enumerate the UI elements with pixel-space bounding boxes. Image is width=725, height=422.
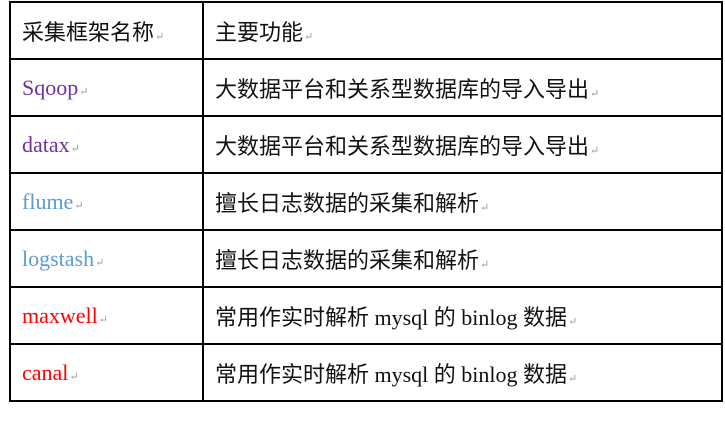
table-row: canal↵ 常用作实时解析 mysql 的 binlog 数据↵ — [9, 343, 723, 402]
framework-table: 采集框架名称↵ 主要功能↵ Sqoop↵ 大数据平台和关系型数据库的导入导出↵ d… — [9, 1, 723, 402]
paragraph-mark-icon: ↵ — [79, 85, 89, 98]
framework-name: Sqoop — [22, 74, 79, 100]
paragraph-mark-icon: ↵ — [155, 30, 165, 43]
framework-name-cell: maxwell↵ — [9, 286, 204, 345]
table-row: logstash↵ 擅长日志数据的采集和解析↵ — [9, 229, 723, 288]
framework-function-cell: 擅长日志数据的采集和解析↵ — [202, 229, 723, 288]
header-cell-name: 采集框架名称↵ — [9, 1, 204, 60]
paragraph-mark-icon: ↵ — [590, 144, 600, 157]
framework-function: 擅长日志数据的采集和解析 — [215, 247, 480, 273]
paragraph-mark-icon: ↵ — [304, 30, 314, 43]
framework-name-cell: canal↵ — [9, 343, 204, 402]
table-row: flume↵ 擅长日志数据的采集和解析↵ — [9, 172, 723, 231]
table-row: Sqoop↵ 大数据平台和关系型数据库的导入导出↵ — [9, 58, 723, 117]
header-row: 采集框架名称↵ 主要功能↵ — [9, 1, 723, 60]
paragraph-mark-icon: ↵ — [568, 315, 578, 328]
paragraph-mark-icon: ↵ — [480, 258, 490, 271]
framework-function: 常用作实时解析 mysql 的 binlog 数据 — [215, 304, 568, 330]
paragraph-mark-icon: ↵ — [98, 313, 108, 326]
framework-name: canal — [22, 359, 69, 385]
header-text: 采集框架名称 — [22, 19, 155, 45]
framework-function-cell: 大数据平台和关系型数据库的导入导出↵ — [202, 115, 723, 174]
paragraph-mark-icon: ↵ — [69, 370, 79, 383]
framework-name-cell: logstash↵ — [9, 229, 204, 288]
framework-name: datax — [22, 131, 70, 157]
paragraph-mark-icon: ↵ — [74, 199, 84, 212]
framework-function: 常用作实时解析 mysql 的 binlog 数据 — [215, 361, 568, 387]
paragraph-mark-icon: ↵ — [590, 87, 600, 100]
framework-name: logstash — [22, 245, 95, 271]
paragraph-mark-icon: ↵ — [480, 201, 490, 214]
framework-name-cell: datax↵ — [9, 115, 204, 174]
framework-name-cell: flume↵ — [9, 172, 204, 231]
framework-function-cell: 常用作实时解析 mysql 的 binlog 数据↵ — [202, 286, 723, 345]
paragraph-mark-icon: ↵ — [70, 142, 80, 155]
framework-function-cell: 常用作实时解析 mysql 的 binlog 数据↵ — [202, 343, 723, 402]
paragraph-mark-icon: ↵ — [95, 256, 105, 269]
framework-function: 大数据平台和关系型数据库的导入导出 — [215, 76, 590, 102]
framework-name: maxwell — [22, 302, 98, 328]
framework-name: flume — [22, 188, 74, 214]
framework-function: 擅长日志数据的采集和解析 — [215, 190, 480, 216]
framework-function-cell: 大数据平台和关系型数据库的导入导出↵ — [202, 58, 723, 117]
header-text: 主要功能 — [215, 19, 304, 45]
framework-function: 大数据平台和关系型数据库的导入导出 — [215, 133, 590, 159]
table-row: datax↵ 大数据平台和关系型数据库的导入导出↵ — [9, 115, 723, 174]
table-row: maxwell↵ 常用作实时解析 mysql 的 binlog 数据↵ — [9, 286, 723, 345]
framework-function-cell: 擅长日志数据的采集和解析↵ — [202, 172, 723, 231]
framework-name-cell: Sqoop↵ — [9, 58, 204, 117]
paragraph-mark-icon: ↵ — [568, 372, 578, 385]
header-cell-function: 主要功能↵ — [202, 1, 723, 60]
